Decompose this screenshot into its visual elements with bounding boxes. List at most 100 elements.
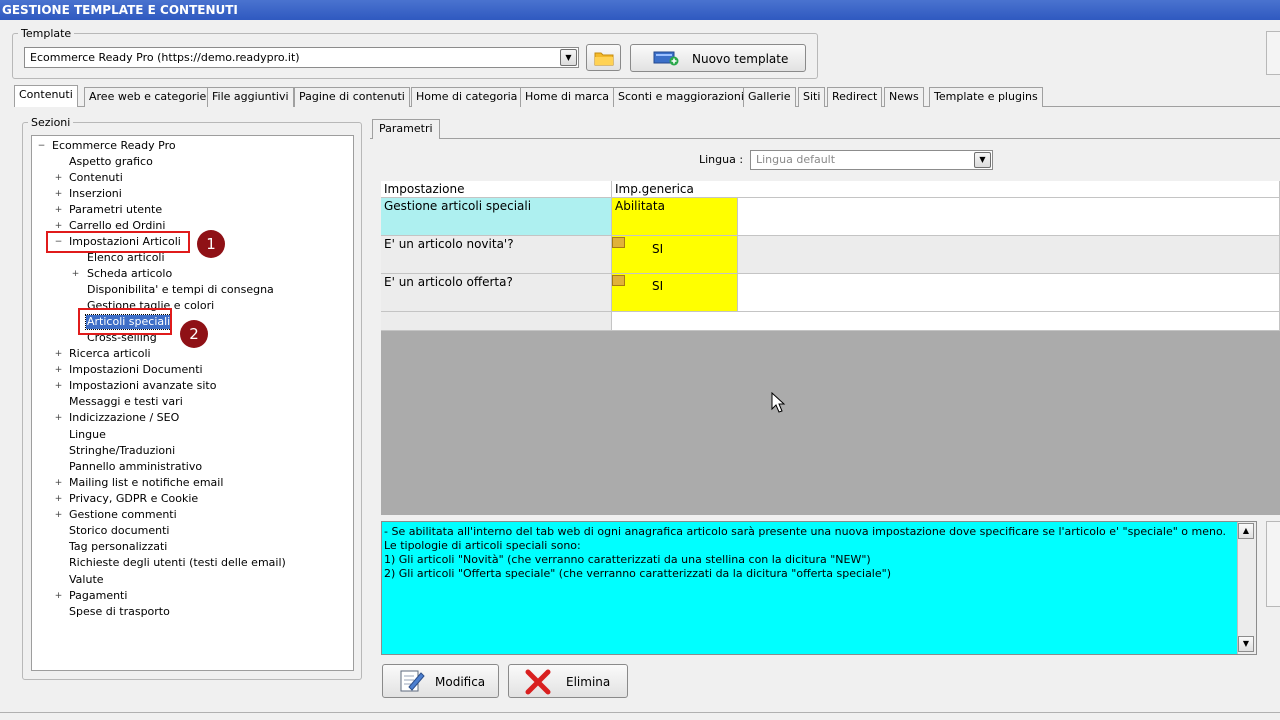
tab-template-e-plugins[interactable]: Template e plugins (929, 87, 1043, 107)
open-folder-button[interactable] (586, 44, 621, 71)
description-scrollbar[interactable] (1237, 522, 1256, 654)
grid-new-row-cell[interactable] (381, 312, 612, 331)
new-template-label: Nuovo template (692, 52, 789, 66)
edit-icon (400, 670, 425, 692)
annotation-badge-2: 2 (180, 320, 208, 348)
grid-cell-setting[interactable]: Gestione articoli speciali (381, 198, 612, 236)
tree-root[interactable]: Ecommerce Ready Pro (52, 139, 176, 153)
expand-icon[interactable]: + (54, 190, 63, 199)
lingua-label: Lingua : (699, 153, 744, 166)
tree-item-aspetto-grafico[interactable]: Aspetto grafico (69, 155, 153, 169)
tab-home-di-marca[interactable]: Home di marca (520, 87, 615, 107)
tree-item-parametri-utente[interactable]: Parametri utente (69, 203, 162, 217)
tab-gallerie[interactable]: Gallerie (743, 87, 796, 107)
tab-aree-web-e-categorie[interactable]: Aree web e categorie (84, 87, 212, 107)
right-edge-panel-lower (1266, 521, 1280, 607)
grid-cell-value[interactable]: Abilitata (612, 198, 738, 236)
grid-cell-value: SI (652, 279, 664, 293)
template-group-label: Template (18, 27, 75, 40)
chevron-down-icon[interactable]: ▼ (560, 49, 577, 66)
expand-icon[interactable]: + (71, 270, 80, 279)
delete-label: Elimina (566, 675, 611, 689)
expand-icon[interactable]: + (54, 222, 63, 231)
tree-item-indicizzazione-seo[interactable]: Indicizzazione / SEO (69, 411, 179, 425)
expand-icon[interactable]: + (54, 495, 63, 504)
tab-news[interactable]: News (884, 87, 924, 107)
template-select[interactable]: Ecommerce Ready Pro (https://demo.readyp… (24, 47, 579, 68)
delete-button[interactable]: Elimina (508, 664, 628, 698)
tab-sconti-e-maggiorazioni[interactable]: Sconti e maggiorazioni (613, 87, 749, 107)
note-icon (612, 275, 625, 286)
description-line: 2) Gli articoli "Offerta speciale" (che … (384, 567, 891, 580)
tree-item-stringhe-traduzioni[interactable]: Stringhe/Traduzioni (69, 444, 175, 458)
sections-tree[interactable]: − Ecommerce Ready Pro Aspetto grafico + … (31, 135, 354, 671)
grid-cell-value-container[interactable]: SI (612, 274, 738, 312)
tree-item-richieste-degli-utenti[interactable]: Richieste degli utenti (testi delle emai… (69, 556, 286, 570)
grid-header-imp-generica[interactable]: Imp.generica (612, 181, 1280, 198)
tree-item-gestione-commenti[interactable]: Gestione commenti (69, 508, 177, 522)
tree-item-pannello-amministrativo[interactable]: Pannello amministrativo (69, 460, 202, 474)
expand-icon[interactable]: + (54, 206, 63, 215)
params-panel-border (370, 138, 1280, 139)
grid-header-impostazione[interactable]: Impostazione (381, 181, 612, 198)
chevron-down-icon[interactable]: ▼ (974, 152, 991, 168)
right-edge-panel (1266, 31, 1280, 75)
expand-icon[interactable]: + (54, 511, 63, 520)
tab-parametri[interactable]: Parametri (372, 119, 440, 139)
tree-item-contenuti[interactable]: Contenuti (69, 171, 123, 185)
lingua-select[interactable]: Lingua default ▼ (750, 150, 993, 170)
expand-icon[interactable]: + (54, 479, 63, 488)
tree-item-storico-documenti[interactable]: Storico documenti (69, 524, 169, 538)
tree-item-tag-personalizzati[interactable]: Tag personalizzati (69, 540, 167, 554)
grid-new-row-bg[interactable] (612, 312, 1280, 331)
tree-item-lingue[interactable]: Lingue (69, 428, 106, 442)
expand-icon[interactable]: + (54, 174, 63, 183)
grid-cell-value: SI (652, 242, 664, 256)
sections-group-label: Sezioni (28, 116, 74, 129)
annotation-badge-1: 1 (197, 230, 225, 258)
description-box[interactable]: - Se abilitata all'interno del tab web d… (381, 521, 1257, 655)
new-template-button[interactable]: Nuovo template (630, 44, 806, 72)
tree-item-elenco-articoli[interactable]: Elenco articoli (87, 251, 165, 265)
grid-cell-setting[interactable]: E' un articolo offerta? (381, 274, 612, 312)
tab-pagine-di-contenuti[interactable]: Pagine di contenuti (294, 87, 410, 107)
folder-icon (594, 52, 614, 66)
tree-item-impostazioni-avanzate-sito[interactable]: Impostazioni avanzate sito (69, 379, 216, 393)
description-line: - Se abilitata all'interno del tab web d… (384, 525, 1227, 538)
mouse-cursor-icon (771, 392, 786, 413)
annotation-box-1 (46, 231, 190, 253)
grid-cell-value-container[interactable]: SI (612, 236, 738, 274)
tree-item-privacy-gdpr-cookie[interactable]: Privacy, GDPR e Cookie (69, 492, 198, 506)
new-template-icon (653, 51, 679, 66)
expand-icon[interactable]: + (54, 366, 63, 375)
tree-item-spese-di-trasporto[interactable]: Spese di trasporto (69, 605, 170, 619)
tab-file-aggiuntivi[interactable]: File aggiuntivi (207, 87, 294, 107)
tree-item-valute[interactable]: Valute (69, 573, 104, 587)
tree-item-messaggi-e-testi-vari[interactable]: Messaggi e testi vari (69, 395, 183, 409)
tree-item-disponibilita[interactable]: Disponibilita' e tempi di consegna (87, 283, 274, 297)
description-line: Le tipologie di articoli speciali sono: (384, 539, 581, 552)
tab-siti[interactable]: Siti (798, 87, 826, 107)
expand-icon[interactable]: + (54, 350, 63, 359)
tree-item-scheda-articolo[interactable]: Scheda articolo (87, 267, 172, 281)
tree-item-pagamenti[interactable]: Pagamenti (69, 589, 127, 603)
expand-icon[interactable]: + (54, 592, 63, 601)
tab-home-di-categoria[interactable]: Home di categoria (411, 87, 523, 107)
tree-item-impostazioni-documenti[interactable]: Impostazioni Documenti (69, 363, 203, 377)
expand-icon[interactable]: + (54, 414, 63, 423)
tab-contenuti[interactable]: Contenuti (14, 85, 78, 107)
annotation-box-2 (78, 308, 172, 335)
scroll-down-button[interactable]: ▼ (1238, 636, 1254, 652)
settings-grid[interactable]: Impostazione Imp.generica Gestione artic… (381, 181, 1280, 515)
tree-item-ricerca-articoli[interactable]: Ricerca articoli (69, 347, 151, 361)
delete-x-icon (525, 669, 551, 695)
note-icon (612, 237, 625, 248)
expand-icon[interactable]: + (54, 382, 63, 391)
modify-button[interactable]: Modifica (382, 664, 499, 698)
tab-redirect[interactable]: Redirect (827, 87, 883, 107)
scroll-up-button[interactable]: ▲ (1238, 523, 1254, 539)
collapse-icon[interactable]: − (37, 142, 46, 151)
tree-item-inserzioni[interactable]: Inserzioni (69, 187, 122, 201)
grid-cell-setting[interactable]: E' un articolo novita'? (381, 236, 612, 274)
tree-item-mailing-list[interactable]: Mailing list e notifiche email (69, 476, 223, 490)
